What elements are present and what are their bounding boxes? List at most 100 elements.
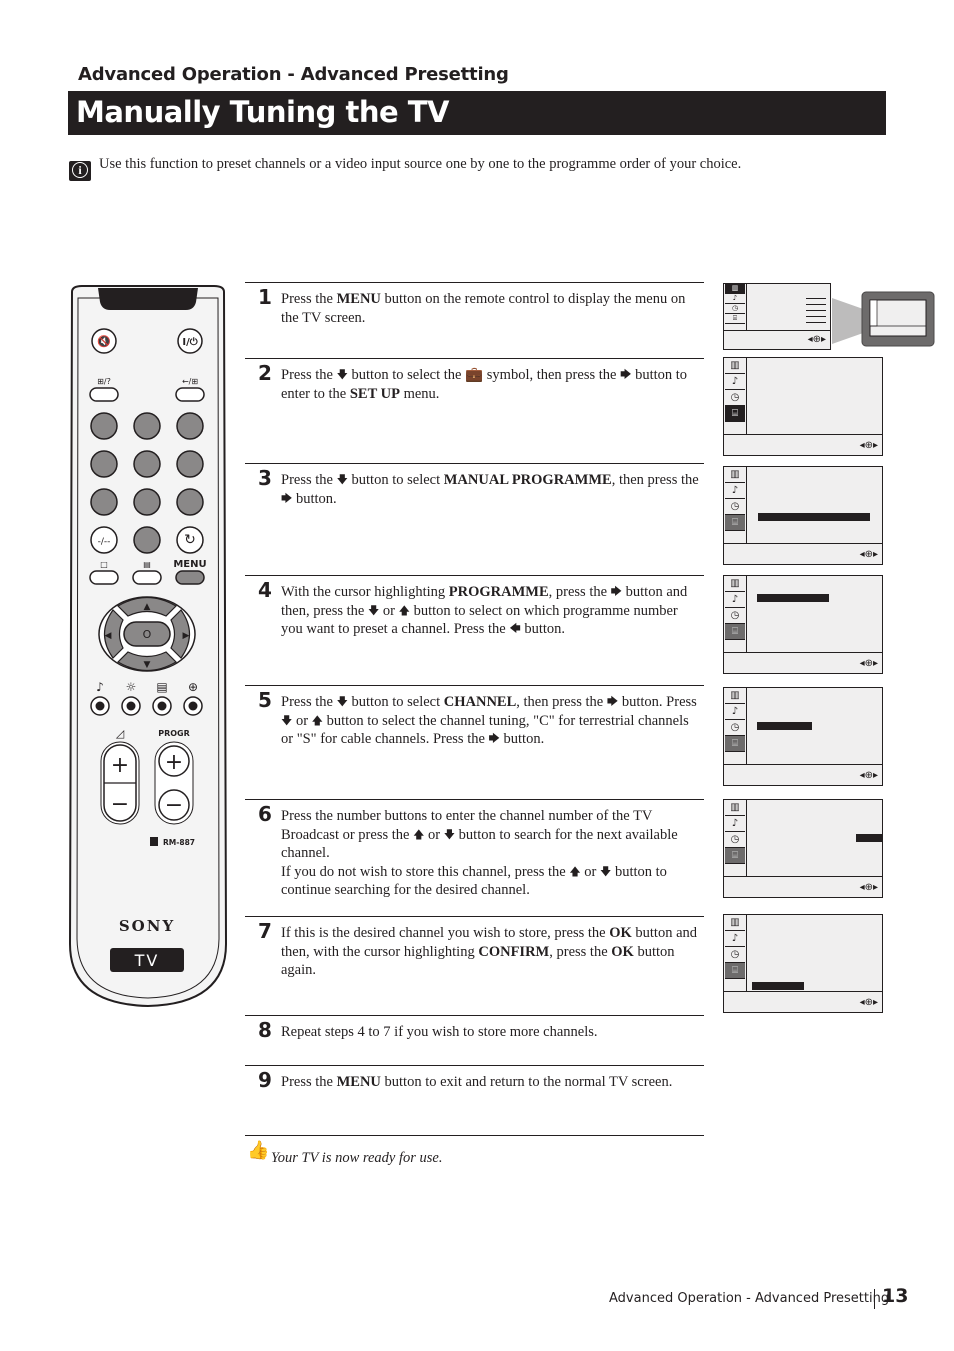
double-digit-label: -/-- <box>98 537 111 547</box>
setup-icon: ⌸ <box>725 515 745 531</box>
progr-label: PROGR <box>158 729 190 738</box>
menu-sidebar: ▥ ♪ ◷ ⌸ <box>724 284 747 330</box>
menu-footer <box>724 764 882 765</box>
navigation-icon: ◂⊕▸ <box>859 440 878 451</box>
digit-button-8[interactable] <box>133 488 161 516</box>
highlight-cursor <box>757 594 829 602</box>
sound-icon: ♪ <box>725 374 745 390</box>
footer-section: Advanced Operation - Advanced Presetting <box>609 1291 890 1306</box>
direction-pad: ▲ ▼ ◀ ▶ O <box>98 596 196 672</box>
sound-icon: ♪ <box>725 483 745 499</box>
digit-button-3[interactable] <box>176 412 204 440</box>
navigation-icon: ◂⊕▸ <box>807 334 826 345</box>
step-number: 2 <box>258 361 272 385</box>
digit-button-2[interactable] <box>133 412 161 440</box>
slider-line <box>806 316 826 317</box>
setup-icon: ⌸ <box>725 624 745 640</box>
tv-icon: □ <box>100 560 108 569</box>
digit-button-11[interactable] <box>133 526 161 554</box>
navigation-icon: ◂⊕▸ <box>859 770 878 781</box>
digit-button-7[interactable] <box>90 488 118 516</box>
tv-set-illustration <box>832 291 935 347</box>
step-text: Press the 🡇 button to select the 💼 symbo… <box>281 367 688 402</box>
tv-menu-screen-step-2: ▥ ♪ ◷ ⌸ ◂⊕▸ <box>723 357 883 456</box>
step-9: 9 Press the MENU button to exit and retur… <box>245 1065 704 1092</box>
tv-menu-screen-step-3: ▥ ♪ ◷ ⌸ ◂⊕▸ <box>723 466 883 565</box>
power-button[interactable]: I/⏻ <box>177 328 203 354</box>
page-number: 13 <box>882 1285 909 1307</box>
white-button-2[interactable] <box>132 570 162 585</box>
svg-text:−: − <box>165 793 183 818</box>
tv-menu-screen-step-7: ▥ ♪ ◷ ⌸ ◂⊕▸ <box>723 914 883 1013</box>
title-bar: Manually Tuning the TV <box>68 91 886 135</box>
menu-footer <box>724 991 882 992</box>
intro-text: Use this function to preset channels or … <box>99 156 742 172</box>
step-text: Repeat steps 4 to 7 if you wish to store… <box>281 1024 598 1040</box>
volume-icon: ◿ <box>116 727 125 740</box>
picture-icon: ▥ <box>725 915 745 931</box>
picture-icon: ▥ <box>725 576 745 592</box>
tv-menu-screen-step-1: ▥ ♪ ◷ ⌸ ◂⊕▸ <box>723 283 831 350</box>
step-text: Press the MENU button on the remote cont… <box>281 291 686 326</box>
step-3: 3 Press the 🡇 button to select MANUAL PRO… <box>245 463 704 507</box>
step-text: Press the MENU button to exit and return… <box>281 1074 673 1090</box>
picture-icon: ▥ <box>725 467 745 483</box>
step-text: If this is the desired channel you wish … <box>281 925 698 978</box>
digit-button-6[interactable] <box>176 450 204 478</box>
sound-icon: ♪ <box>725 816 745 832</box>
step-number: 8 <box>258 1018 272 1042</box>
white-button-1[interactable] <box>89 570 119 585</box>
menu-button[interactable] <box>175 570 205 585</box>
setup-icon: ⌸ <box>725 848 745 864</box>
step-number: 6 <box>258 802 272 826</box>
menu-footer <box>724 543 882 544</box>
menu-footer <box>724 330 830 331</box>
digit-button-1[interactable] <box>90 412 118 440</box>
tv-mode-label: TV <box>134 951 160 970</box>
digit-button-5[interactable] <box>133 450 161 478</box>
picture-mode-icon: ☼ <box>126 680 137 694</box>
step-number: 4 <box>258 578 272 602</box>
teletext-icon: ▤ <box>143 560 151 569</box>
tv-menu-screen-step-4: ▥ ♪ ◷ ⌸ ◂⊕▸ <box>723 575 883 674</box>
menu-label: MENU <box>173 559 206 570</box>
slider-line <box>806 304 826 305</box>
svg-text:▼: ▼ <box>144 660 151 670</box>
navigation-icon: ◂⊕▸ <box>859 997 878 1008</box>
step-2: 2 Press the 🡇 button to select the 💼 symb… <box>245 358 704 402</box>
teletext-button[interactable] <box>89 387 119 402</box>
input-label: ←/⊞ <box>182 377 198 386</box>
highlight-cursor <box>757 722 812 730</box>
picture-icon: ▥ <box>725 358 745 374</box>
sound-icon: ♪ <box>725 592 745 608</box>
highlight-cursor <box>758 513 870 521</box>
step-text: Press the 🡇 button to select MANUAL PROG… <box>281 472 699 507</box>
navigation-icon: ◂⊕▸ <box>859 882 878 893</box>
step-number: 7 <box>258 919 272 943</box>
tv-menu-screen-step-5: ▥ ♪ ◷ ⌸ ◂⊕▸ <box>723 687 883 786</box>
slider-line <box>806 322 826 323</box>
step-number: 5 <box>258 688 272 712</box>
setup-icon: ⌸ <box>725 406 745 422</box>
step-text: With the cursor highlighting PROGRAMME, … <box>281 584 688 637</box>
picture-icon: ▥ <box>725 800 745 816</box>
svg-text:I/⏻: I/⏻ <box>182 336 197 348</box>
menu-sidebar: ▥ ♪ ◷ ⌸ <box>724 800 747 876</box>
step-text: Press the number buttons to enter the ch… <box>281 808 678 898</box>
menu-sidebar: ▥ ♪ ◷ ⌸ <box>724 467 747 543</box>
timer-icon: ◷ <box>725 499 745 515</box>
digit-button-9[interactable] <box>176 488 204 516</box>
teletext-label: ⊞/? <box>97 377 111 386</box>
highlight-cursor <box>856 834 882 842</box>
sound-mode-icon: ♪ <box>96 680 104 694</box>
volume-up-button[interactable]: + <box>111 753 129 778</box>
navigation-icon: ◂⊕▸ <box>859 549 878 560</box>
timer-icon: ◷ <box>725 304 745 314</box>
digit-button-4[interactable] <box>90 450 118 478</box>
slider-line <box>806 310 826 311</box>
input-button[interactable] <box>175 387 205 402</box>
timer-icon: ◷ <box>725 608 745 624</box>
menu-footer <box>724 876 882 877</box>
mute-button[interactable]: 🔇 <box>91 328 117 354</box>
volume-down-button[interactable]: − <box>111 792 129 817</box>
